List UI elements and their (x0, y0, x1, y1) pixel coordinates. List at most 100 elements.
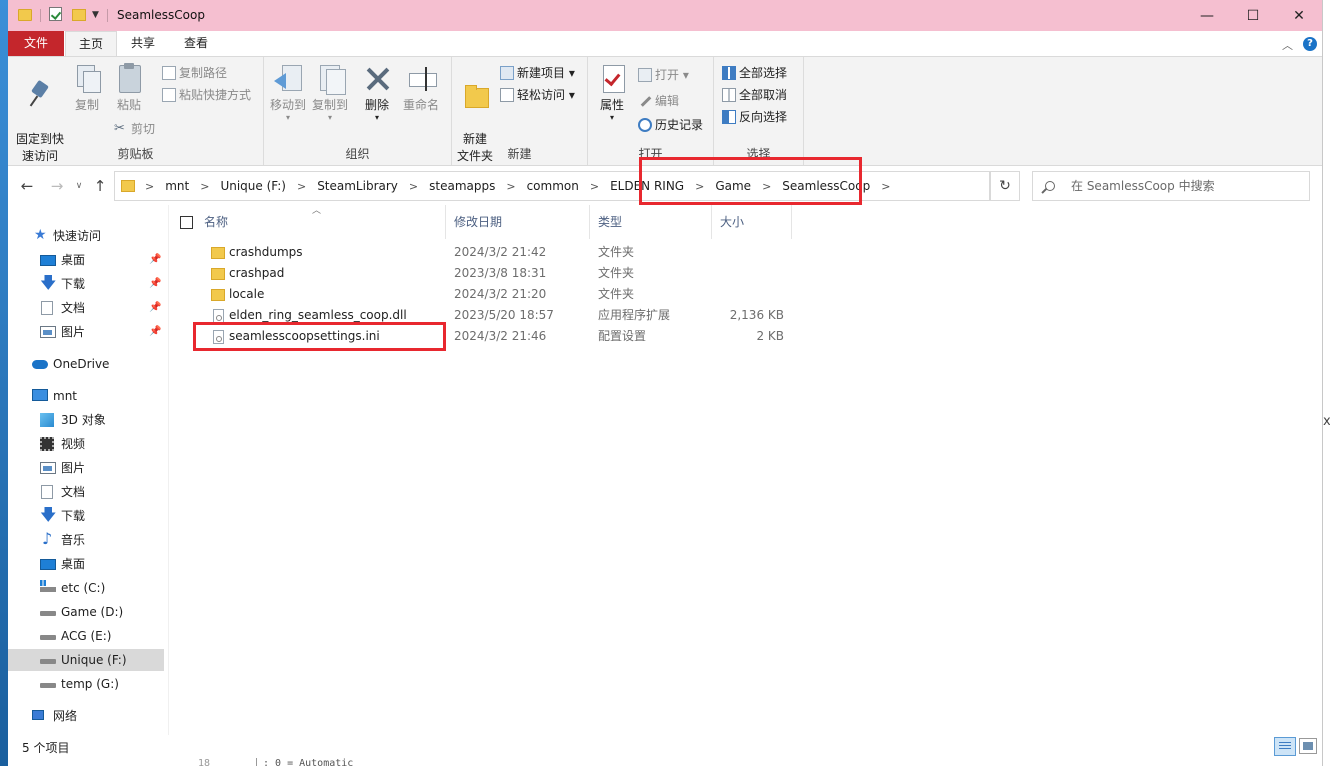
breadcrumb-item[interactable]: common (527, 172, 579, 200)
select-none-button[interactable]: 全部取消 (722, 85, 787, 105)
open-icon (638, 68, 652, 82)
nav-item-this-pc[interactable]: mnt (8, 385, 164, 407)
chevron-right-icon[interactable]: > (881, 173, 890, 201)
details-view-icon[interactable] (1274, 737, 1296, 756)
copy-button[interactable]: 复制 (70, 63, 104, 114)
column-header-type[interactable]: 类型 (590, 205, 712, 239)
nav-item-pictures[interactable]: 图片 (8, 457, 164, 479)
customize-toolbar-icon[interactable]: ▼ (92, 10, 102, 26)
search-box[interactable] (1032, 171, 1310, 201)
breadcrumb-item[interactable]: mnt (165, 172, 189, 200)
help-icon[interactable]: ? (1303, 37, 1317, 51)
cut-button[interactable]: 剪切 (114, 119, 155, 139)
back-arrow-icon[interactable]: ← (18, 177, 36, 195)
search-input[interactable] (1071, 172, 1301, 200)
nav-item-drive-e[interactable]: ACG (E:) (8, 625, 164, 647)
nav-item-pictures[interactable]: 图片 📌 (8, 321, 164, 343)
history-button[interactable]: 历史记录 (638, 115, 703, 135)
new-folder-quick-icon[interactable] (72, 9, 86, 21)
breadcrumb-item[interactable]: Unique (F:) (220, 172, 286, 200)
nav-item-desktop[interactable]: 桌面 (8, 553, 164, 575)
invert-selection-button[interactable]: 反向选择 (722, 107, 787, 127)
tab-file[interactable]: 文件 (8, 31, 64, 56)
chevron-right-icon[interactable]: > (145, 173, 154, 201)
open-button[interactable]: 打开 ▾ (638, 65, 689, 85)
chevron-right-icon[interactable]: > (200, 173, 209, 201)
tab-view[interactable]: 查看 (170, 31, 222, 56)
nav-item-drive-g[interactable]: temp (G:) (8, 673, 164, 695)
select-all-checkbox[interactable] (180, 216, 193, 229)
chevron-right-icon[interactable]: > (297, 173, 306, 201)
nav-item-drive-c[interactable]: etc (C:) (8, 577, 164, 599)
rename-icon (407, 63, 437, 93)
file-name: crashdumps (229, 245, 303, 259)
paste-button[interactable]: 粘贴 (112, 63, 146, 114)
nav-item-network[interactable]: 网络 (8, 705, 164, 727)
file-row[interactable]: locale 2024/3/2 21:20 文件夹 (176, 284, 796, 305)
select-all-button[interactable]: 全部选择 (722, 63, 787, 83)
nav-item-3d-objects[interactable]: 3D 对象 (8, 409, 164, 431)
recent-locations-chevron-icon[interactable]: ∨ (70, 181, 88, 191)
pin-icon[interactable]: 📌 (149, 321, 161, 343)
film-icon (40, 437, 54, 451)
pin-icon[interactable]: 📌 (149, 273, 161, 295)
copy-to-button[interactable]: 复制到 ▾ (310, 63, 350, 122)
properties-button[interactable]: 属性 ▾ (592, 63, 632, 122)
nav-item-desktop[interactable]: 桌面 📌 (8, 249, 164, 271)
nav-item-music[interactable]: 音乐 (8, 528, 164, 551)
breadcrumb-item[interactable]: steamapps (429, 172, 495, 200)
pin-icon[interactable]: 📌 (149, 297, 161, 319)
easy-access-button[interactable]: 轻松访问 ▾ (500, 85, 575, 105)
ribbon-tabs: 文件 主页 共享 查看 ︿ ? (8, 31, 1322, 56)
nav-item-documents[interactable]: 文档 (8, 481, 164, 503)
nav-item-onedrive[interactable]: OneDrive (8, 353, 164, 375)
chevron-right-icon[interactable]: > (409, 173, 418, 201)
up-arrow-icon[interactable]: ↑ (91, 177, 109, 195)
file-row[interactable]: crashdumps 2024/3/2 21:42 文件夹 (176, 242, 796, 263)
pin-icon[interactable]: 📌 (149, 249, 161, 271)
nav-item-downloads[interactable]: 下载 📌 (8, 272, 164, 295)
group-label: 剪贴板 (117, 147, 154, 161)
tab-share[interactable]: 共享 (118, 31, 168, 56)
pin-icon (26, 80, 54, 110)
nav-item-downloads[interactable]: 下载 (8, 504, 164, 527)
tab-home[interactable]: 主页 (65, 31, 117, 56)
download-icon (40, 272, 56, 294)
delete-icon (363, 63, 391, 93)
nav-item-drive-d[interactable]: Game (D:) (8, 601, 164, 623)
nav-label: mnt (53, 389, 77, 403)
nav-item-videos[interactable]: 视频 (8, 433, 164, 455)
new-item-button[interactable]: 新建项目 ▾ (500, 63, 575, 83)
column-header-size[interactable]: 大小 (712, 205, 792, 239)
copy-path-button[interactable]: 复制路径 (162, 63, 227, 83)
move-to-button[interactable]: 移动到 ▾ (268, 63, 308, 122)
breadcrumb-item[interactable]: SteamLibrary (317, 172, 398, 200)
maximize-button[interactable]: ☐ (1230, 0, 1276, 31)
document-icon (41, 485, 53, 499)
drive-icon (40, 683, 56, 688)
scissors-icon (114, 119, 128, 139)
chevron-right-icon[interactable]: > (506, 173, 515, 201)
rename-button[interactable]: 重命名 (400, 63, 442, 114)
chevron-right-icon[interactable]: > (590, 173, 599, 201)
file-type: 文件夹 (598, 245, 635, 259)
chevron-up-icon[interactable]: ︿ (1282, 37, 1293, 53)
nav-label: ACG (E:) (61, 629, 112, 643)
minimize-button[interactable]: — (1184, 0, 1230, 31)
paste-shortcut-button[interactable]: 粘贴快捷方式 (162, 85, 251, 105)
pane-divider[interactable] (168, 205, 169, 735)
edit-button[interactable]: 编辑 (638, 91, 679, 111)
delete-button[interactable]: 删除 ▾ (362, 63, 392, 122)
properties-quick-icon[interactable] (49, 7, 62, 21)
refresh-icon[interactable]: ↻ (990, 171, 1020, 201)
highlight-box-path (639, 157, 862, 205)
column-header-name[interactable]: ︿ 名称 (176, 205, 446, 239)
large-icons-view-icon[interactable] (1299, 738, 1317, 754)
file-row[interactable]: crashpad 2023/3/8 18:31 文件夹 (176, 263, 796, 284)
nav-item-documents[interactable]: 文档 📌 (8, 297, 164, 319)
forward-arrow-icon[interactable]: → (48, 177, 66, 195)
close-button[interactable]: ✕ (1276, 0, 1322, 31)
column-header-date[interactable]: 修改日期 (446, 205, 590, 239)
nav-item-quick-access[interactable]: 快速访问 (8, 224, 164, 247)
nav-item-drive-f[interactable]: Unique (F:) (8, 649, 164, 671)
